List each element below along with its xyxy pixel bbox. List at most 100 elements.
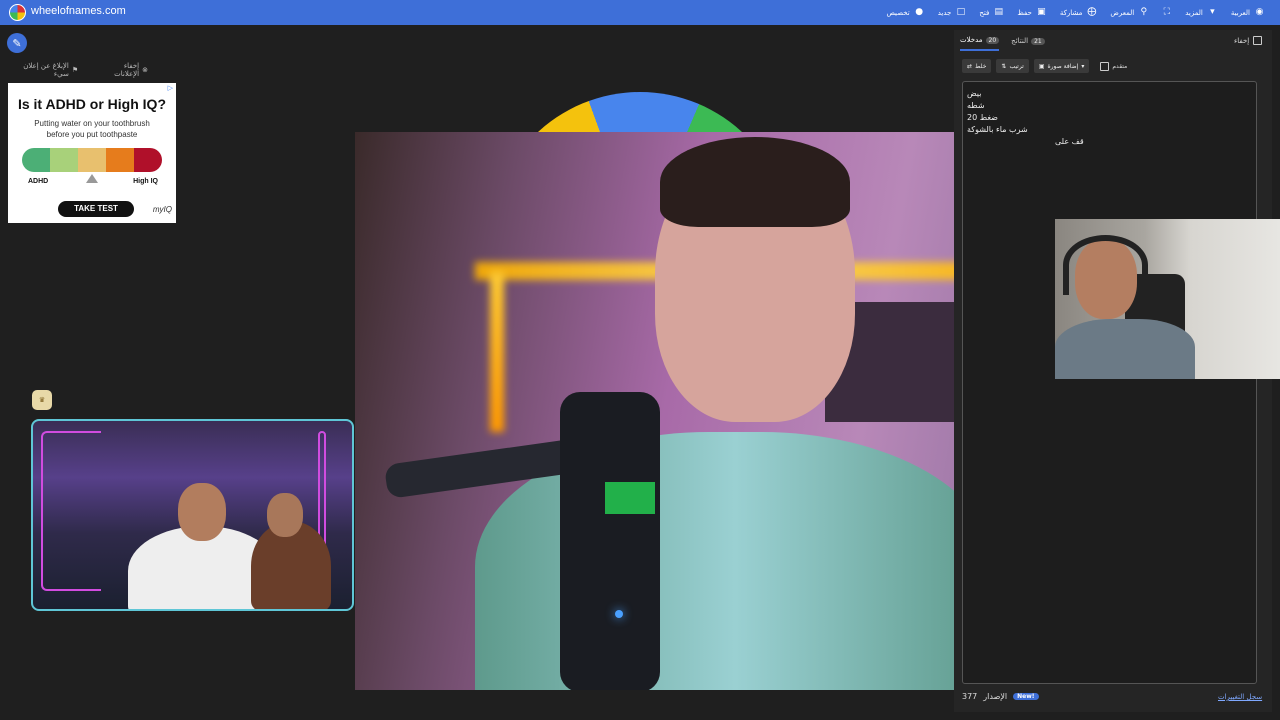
sort-icon: ⇅ [1001, 62, 1007, 70]
menu-more-label: المزيد [1185, 8, 1203, 17]
ad-right-label: High IQ [133, 178, 158, 185]
version-info: 377 الإصدار New! [962, 692, 1039, 701]
entries-textarea[interactable] [962, 81, 1257, 684]
ad-scale-bar [22, 148, 162, 172]
ad-scale-segment [106, 148, 134, 172]
sort-button[interactable]: ⇅ ترتيب [996, 59, 1029, 73]
fullscreen-icon: ⛶ [1163, 7, 1170, 17]
advanced-toggle[interactable]: متقدم [1100, 61, 1128, 71]
menu-fullscreen[interactable]: ⛶ [1162, 8, 1171, 17]
top-menu: ◉ العربية ▾ المزيد ⛶ ⚲ المعرض ⨁ مشاركة ▣… [886, 0, 1264, 25]
video-led-strip-vertical [490, 272, 504, 432]
menu-save[interactable]: ▣ حفظ [1017, 8, 1046, 17]
menu-save-label: حفظ [1017, 8, 1032, 17]
entry-line: شطه [967, 101, 985, 110]
screen: wheelofnames.com ◉ العربية ▾ المزيد ⛶ ⚲ … [0, 0, 1280, 720]
changelog-link[interactable]: سجل التغييرات [1218, 693, 1262, 701]
shuffle-button[interactable]: ⇄ خلط [962, 59, 992, 73]
tab-entries-label: مدخلات [960, 36, 983, 44]
shuffle-label: خلط [975, 62, 987, 70]
caret-down-icon: ▾ [1081, 62, 1085, 70]
entries-list: بيض شطه ضغط 20 شرب ماء بالشوكة قف على [967, 88, 1084, 148]
tab-results-label: النتائج [1011, 37, 1029, 45]
streamer-webcam-left [31, 419, 354, 611]
ad-title: Is it ADHD or High IQ? [17, 96, 167, 112]
panel-tabs: مدخلات 20 النتائج 21 [960, 36, 1045, 51]
top-bar: wheelofnames.com ◉ العربية ▾ المزيد ⛶ ⚲ … [0, 0, 1280, 25]
advanced-checkbox[interactable] [1100, 61, 1110, 71]
tab-entries[interactable]: مدخلات 20 [960, 36, 1000, 51]
menu-new[interactable]: □ جديد [938, 8, 966, 17]
logo-wheel-icon[interactable] [9, 4, 26, 21]
hide-panel-toggle[interactable]: إخفاء [1234, 36, 1263, 45]
entry-line: ضغط 20 [967, 113, 998, 122]
ad-scale-segment [50, 148, 78, 172]
hide-checkbox[interactable] [1253, 36, 1263, 45]
version-number: 377 [962, 692, 978, 701]
close-circle-icon: ⊗ [142, 66, 148, 74]
ad-scale-segment [78, 148, 106, 172]
take-test-button[interactable]: TAKE TEST [58, 201, 134, 217]
entry-line: شرب ماء بالشوكة [967, 125, 1028, 134]
search-icon: ⚲ [1140, 7, 1148, 17]
tab-entries-count: 20 [985, 36, 1000, 44]
shuffle-icon: ⇄ [967, 62, 973, 70]
edit-pencil-button[interactable]: ✎ [7, 33, 27, 53]
save-icon: ▣ [1037, 7, 1046, 17]
streamer-video-main [355, 132, 1054, 690]
headphones-icon [1063, 235, 1148, 295]
ad-subtitle: Putting water on your toothbrush before … [8, 118, 176, 140]
ad-left-label: ADHD [28, 178, 49, 185]
menu-language-label: العربية [1230, 8, 1250, 17]
flag-icon: ⚑ [71, 66, 79, 74]
sort-label: ترتيب [1009, 62, 1024, 70]
video-microphone [560, 392, 660, 690]
ad-scale-segment [22, 148, 50, 172]
hide-label: إخفاء [1234, 36, 1250, 45]
menu-open-label: فتح [979, 8, 990, 17]
entry-line: بيض [967, 89, 982, 98]
advanced-label: متقدم [1112, 62, 1128, 70]
neon-frame-decoration [41, 431, 101, 591]
share-icon: ⨁ [1087, 7, 1097, 17]
menu-customize[interactable]: ● تخصيص [886, 8, 923, 17]
video-mic-band [605, 482, 655, 514]
menu-share[interactable]: ⨁ مشاركة [1060, 8, 1097, 17]
report-ad-link[interactable]: ⚑ الإبلاغ عن إعلان سيء [8, 62, 78, 78]
new-badge: New! [1013, 693, 1039, 700]
menu-share-label: مشاركة [1059, 8, 1083, 17]
ad-info-icon[interactable]: ▷ [168, 84, 173, 92]
image-icon: ▣ [1038, 62, 1045, 70]
menu-more[interactable]: ▾ المزيد [1185, 8, 1217, 17]
entry-line: قف على [1055, 137, 1084, 146]
tab-results[interactable]: النتائج 21 [1011, 36, 1045, 51]
ad-brand: myIQ [152, 205, 172, 214]
menu-new-label: جديد [937, 8, 952, 17]
video-mic-led [615, 610, 623, 618]
globe-icon: ◉ [1255, 7, 1264, 17]
menu-gallery-label: المعرض [1110, 8, 1135, 17]
ad-card[interactable]: ▷ Is it ADHD or High IQ? Putting water o… [8, 83, 176, 223]
file-icon: □ [956, 7, 966, 17]
report-ad-label: الإبلاغ عن إعلان سيء [23, 62, 69, 78]
hide-ads-label: إخفاء الإعلانات [114, 62, 140, 78]
person-brown-shirt-head [267, 493, 303, 537]
ad-scale-segment [134, 148, 162, 172]
hide-ads-link[interactable]: ⊗ إخفاء الإعلانات [98, 62, 148, 78]
add-image-button[interactable]: ▣ إضافة صورة ▾ [1033, 59, 1090, 73]
menu-customize-label: تخصيص [886, 8, 910, 17]
palette-icon: ● [915, 7, 924, 17]
folder-icon: ▤ [994, 7, 1004, 17]
tab-results-count: 21 [1031, 37, 1045, 45]
menu-language[interactable]: ◉ العربية [1231, 8, 1264, 17]
version-label: الإصدار [983, 692, 1008, 701]
entries-toolbar: ⇄ خلط ⇅ ترتيب ▣ إضافة صورة ▾ متقدم [962, 59, 1127, 73]
caret-down-icon: ▾ [1210, 7, 1215, 17]
ad-subtitle-line-2: before you put toothpaste [46, 130, 138, 139]
menu-open[interactable]: ▤ فتح [979, 8, 1003, 17]
menu-gallery[interactable]: ⚲ المعرض [1110, 8, 1148, 17]
video-person-hair [660, 137, 850, 227]
brand-name[interactable]: wheelofnames.com [31, 5, 126, 17]
ad-controls: ⊗ إخفاء الإعلانات ⚑ الإبلاغ عن إعلان سيء [8, 62, 148, 78]
crown-sticker-icon: ♛ [32, 390, 52, 410]
